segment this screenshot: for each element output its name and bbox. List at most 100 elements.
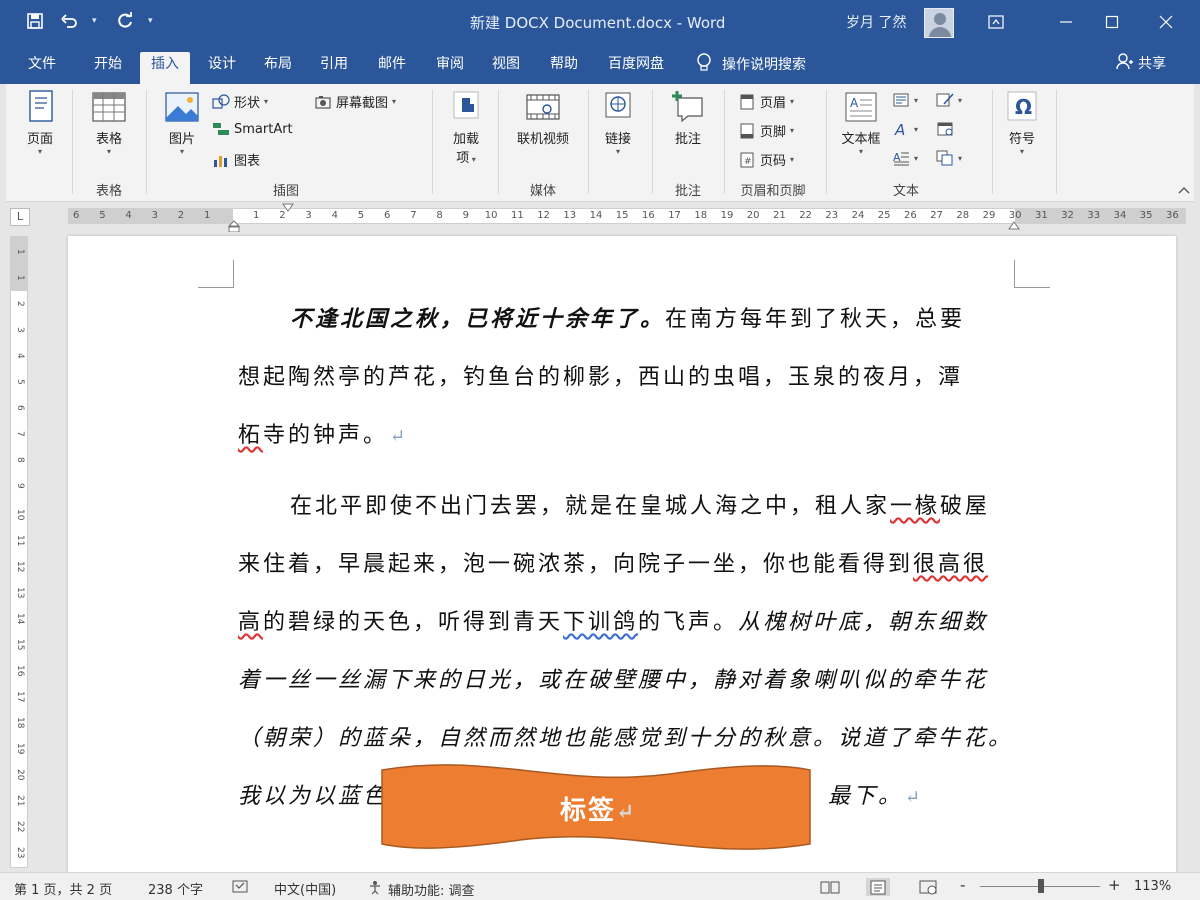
chevron-down-icon: ▾ <box>914 95 919 105</box>
undo-dropdown-icon[interactable]: ▾ <box>92 16 102 26</box>
user-name[interactable]: 岁月 了然 <box>846 12 906 32</box>
addins-button[interactable]: 加载 项 ▾ <box>444 90 488 166</box>
ruler-label: 1 <box>15 275 25 281</box>
tab-review[interactable]: 审阅 <box>428 52 472 84</box>
ruler-label: 32 <box>1061 210 1074 221</box>
pages-button[interactable]: 页面 ▾ <box>20 90 60 157</box>
undo-icon[interactable] <box>58 10 80 32</box>
screenshot-button[interactable]: 屏幕截图 ▾ <box>314 92 396 111</box>
shapes-button[interactable]: 形状 ▾ <box>212 92 268 111</box>
word-count[interactable]: 238 个字 <box>148 879 203 898</box>
save-icon[interactable] <box>24 10 46 32</box>
symbol-button[interactable]: Ω 符号 ▾ <box>1002 90 1042 157</box>
smartart-button[interactable]: SmartArt <box>212 121 293 137</box>
tab-view[interactable]: 视图 <box>484 52 528 84</box>
wordart-button[interactable]: A ▾ <box>892 121 918 139</box>
redo-icon[interactable] <box>114 10 136 32</box>
dropcap-button[interactable]: A ▾ <box>892 150 918 166</box>
share-button[interactable]: 共享 <box>1116 52 1166 74</box>
grammar-flag: 下训鸽 <box>563 610 639 635</box>
proofing-icon[interactable] <box>232 879 250 899</box>
ruler-label: 24 <box>851 210 865 221</box>
read-mode-icon[interactable] <box>818 878 842 896</box>
signature-line-button[interactable]: ▾ <box>936 92 962 108</box>
page-count[interactable]: 第 1 页，共 2 页 <box>14 879 112 898</box>
pictures-button[interactable]: 图片 ▾ <box>160 90 204 157</box>
picture-icon <box>164 90 200 124</box>
ruler-label: 9 <box>462 210 469 221</box>
web-layout-icon[interactable] <box>916 878 940 896</box>
object-button[interactable]: ▾ <box>936 150 962 166</box>
ruler-label: 1 <box>204 210 211 221</box>
ruler-label: 15 <box>15 639 25 651</box>
table-button[interactable]: 表格 ▾ <box>86 90 132 157</box>
tab-insert[interactable]: 插入 <box>140 52 190 84</box>
comment-label: 批注 <box>674 132 701 147</box>
ruler-label: 1 <box>253 210 260 221</box>
document-body[interactable]: 不逢北国之秋，已将近十余年了。在南方每年到了秋天，总要 想起陶然亭的芦花，钓鱼台… <box>238 290 1028 839</box>
omega-icon: Ω <box>1004 90 1040 124</box>
maximize-icon[interactable] <box>1092 8 1132 36</box>
first-line-indent-marker[interactable] <box>282 202 294 217</box>
ruler-label: 10 <box>484 210 498 221</box>
tab-file[interactable]: 文件 <box>24 52 60 84</box>
accessibility-checker[interactable]: 辅助功能: 调查 <box>368 879 475 899</box>
new-comment-button[interactable]: 批注 <box>666 90 710 147</box>
chevron-down-icon: ▾ <box>106 147 111 156</box>
date-time-button[interactable] <box>936 121 954 137</box>
tab-baidu-netdisk[interactable]: 百度网盘 <box>600 52 672 84</box>
tab-references[interactable]: 引用 <box>312 52 356 84</box>
avatar[interactable] <box>924 8 954 38</box>
language-indicator[interactable]: 中文(中国) <box>274 879 336 898</box>
tell-me-search[interactable]: 操作说明搜索 <box>696 52 806 76</box>
page-number-button[interactable]: # 页码 ▾ <box>738 150 794 169</box>
dropcap-icon: A <box>892 150 910 166</box>
textbox-button[interactable]: A 文本框 ▾ <box>836 90 886 157</box>
ruler-label: 14 <box>15 613 25 625</box>
minimize-icon[interactable] <box>1046 8 1086 36</box>
chevron-down-icon: ▾ <box>37 147 42 156</box>
header-button[interactable]: 页眉 ▾ <box>738 92 794 111</box>
vertical-ruler[interactable]: 1123456789101112131415161718192021222324… <box>10 236 28 900</box>
ruler-label: 16 <box>15 665 25 677</box>
zoom-slider-thumb[interactable] <box>1038 879 1044 893</box>
tab-design[interactable]: 设计 <box>200 52 244 84</box>
chart-button[interactable]: 图表 <box>212 150 260 169</box>
table-icon <box>91 90 127 124</box>
title-bar: ▾ ▾ 新建 DOCX Document.docx - Word 岁月 了然 <box>0 0 1200 44</box>
paragraph-1[interactable]: 不逢北国之秋，已将近十余年了。在南方每年到了秋天，总要 想起陶然亭的芦花，钓鱼台… <box>238 290 1028 466</box>
chevron-down-icon: ▾ <box>615 147 620 156</box>
ruler-label: 22 <box>15 821 25 833</box>
tab-layout[interactable]: 布局 <box>256 52 300 84</box>
close-icon[interactable] <box>1146 8 1186 36</box>
footer-icon <box>738 123 756 139</box>
tab-home[interactable]: 开始 <box>86 52 130 84</box>
ribbon-display-options-icon[interactable] <box>976 8 1016 36</box>
tab-mailings[interactable]: 邮件 <box>370 52 414 84</box>
page-icon <box>22 90 58 124</box>
collapse-ribbon-icon[interactable] <box>1178 184 1190 198</box>
ruler-label: 14 <box>589 210 603 221</box>
ruler-label: 20 <box>15 769 25 781</box>
quick-parts-button[interactable]: ▾ <box>892 92 918 108</box>
chevron-down-icon: ▾ <box>790 126 795 135</box>
ruler-label: 13 <box>563 210 577 221</box>
link-button[interactable]: 链接 ▾ <box>598 90 638 157</box>
online-video-button[interactable]: 联机视频 <box>510 90 576 147</box>
ruler-label: 8 <box>436 210 443 221</box>
ruler-label: 1 <box>15 249 25 255</box>
ruler-label: 23 <box>15 847 25 859</box>
spelling-flag: 柘 <box>238 423 264 448</box>
tab-help[interactable]: 帮助 <box>542 52 586 84</box>
group-label-text: 文本 <box>892 184 919 199</box>
print-layout-icon[interactable] <box>866 878 890 896</box>
zoom-in-button[interactable]: + <box>1108 876 1121 894</box>
svg-text:A: A <box>850 96 859 110</box>
zoom-level[interactable]: 113% <box>1134 879 1171 894</box>
tab-selector[interactable]: L <box>10 208 30 226</box>
customize-qat-icon[interactable]: ▾ <box>148 16 158 26</box>
text-run: 破屋 <box>940 494 991 519</box>
ruler-label: 21 <box>15 795 25 807</box>
footer-button[interactable]: 页脚 ▾ <box>738 121 794 140</box>
zoom-out-button[interactable]: - <box>960 876 965 894</box>
